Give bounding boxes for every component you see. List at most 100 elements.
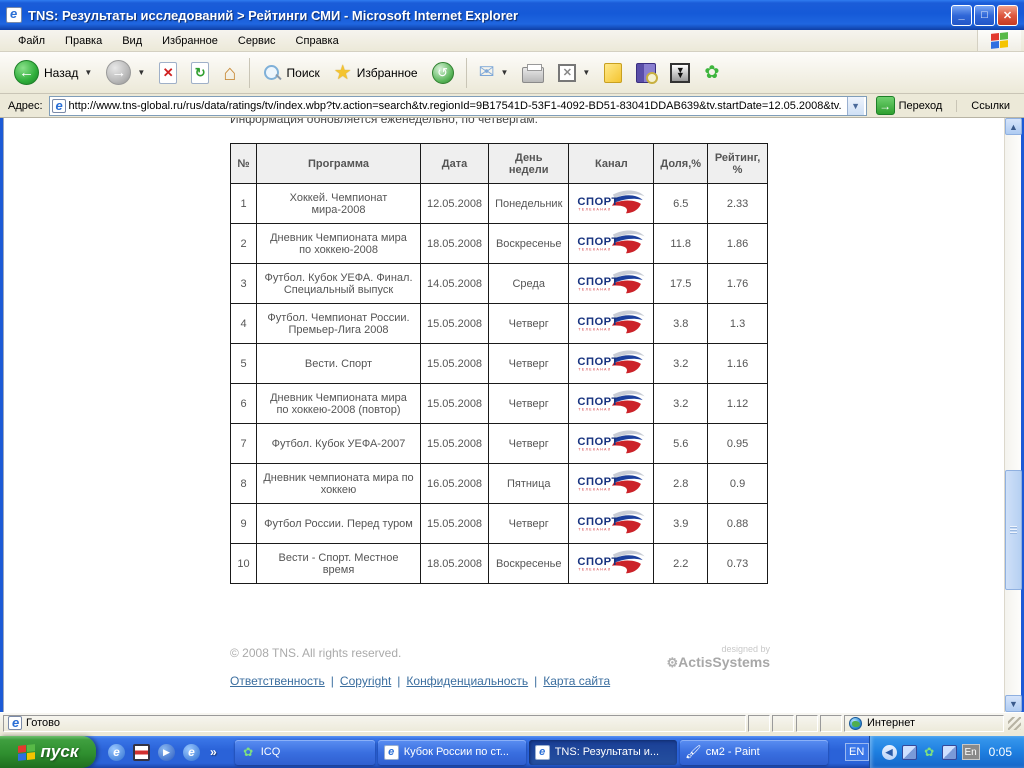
research-book-icon <box>636 62 659 84</box>
taskbar-clock[interactable]: 0:05 <box>985 745 1016 759</box>
forward-button[interactable]: → ▼ <box>100 57 151 88</box>
link-copyright[interactable]: Copyright <box>340 674 391 688</box>
go-button[interactable]: → Переход <box>872 95 951 116</box>
scrollbar-thumb[interactable] <box>1005 470 1022 590</box>
download-manager-button[interactable]: ▼ ▼ <box>664 60 696 86</box>
back-label: Назад <box>44 65 79 80</box>
network-status-icon[interactable] <box>901 744 917 760</box>
cell-share: 5.6 <box>653 423 709 464</box>
edit-button[interactable]: ✕ ▼ <box>552 61 596 85</box>
menu-favorites[interactable]: Избранное <box>152 32 228 50</box>
task-label: TNS: Результаты и... <box>554 746 660 758</box>
address-bar: Адрес: http://www.tns-global.ru/rus/data… <box>0 94 1024 118</box>
go-label: Переход <box>898 99 943 112</box>
address-dropdown-icon[interactable]: ▼ <box>846 96 864 115</box>
favorites-button[interactable]: ★ Избранное <box>328 57 424 88</box>
start-button[interactable]: пуск <box>0 736 96 768</box>
resize-grip[interactable] <box>1008 716 1021 730</box>
table-row: 10 Вести - Спорт. Местное время 18.05.20… <box>230 543 769 584</box>
cell-num: 2 <box>230 223 257 264</box>
status-text: Готово <box>26 717 60 729</box>
icq-flower-icon: ✿ <box>243 745 254 759</box>
cell-channel: СПОРТ ТЕЛЕКАНАЛ <box>568 303 655 344</box>
back-dropdown-icon[interactable]: ▼ <box>84 68 92 77</box>
scroll-up-icon[interactable]: ▲ <box>1005 118 1022 135</box>
refresh-button[interactable]: ↻ <box>185 59 215 87</box>
home-button[interactable]: ⌂ <box>217 60 242 86</box>
language-indicator-secondary[interactable]: En <box>961 744 980 760</box>
history-button[interactable]: ↺ <box>426 59 460 87</box>
address-input[interactable]: http://www.tns-global.ru/rus/data/rating… <box>48 95 867 116</box>
mail-button[interactable]: ✉ ▼ <box>473 58 515 87</box>
cell-day: Понедельник <box>488 183 570 224</box>
svg-text:СПОРТ: СПОРТ <box>578 276 619 288</box>
minimize-button[interactable]: _ <box>951 4 972 26</box>
forward-dropdown-icon[interactable]: ▼ <box>137 68 145 77</box>
cell-rating: 0.95 <box>707 423 769 464</box>
menu-help[interactable]: Справка <box>286 32 349 50</box>
edit-dropdown-icon[interactable]: ▼ <box>582 68 590 77</box>
print-button[interactable] <box>516 60 550 86</box>
address-url[interactable]: http://www.tns-global.ru/rus/data/rating… <box>69 100 847 112</box>
favorites-star-icon: ★ <box>333 62 352 84</box>
scroll-down-icon[interactable]: ▼ <box>1005 695 1022 712</box>
sport-channel-logo: СПОРТ ТЕЛЕКАНАЛ <box>578 270 645 294</box>
tray-icq-icon[interactable]: ✿ <box>922 745 937 760</box>
search-button[interactable]: Поиск <box>256 60 326 86</box>
taskbar-button-paint[interactable]: 🖌 см2 - Paint <box>679 739 828 765</box>
start-label: пуск <box>40 742 79 761</box>
windows-flag-icon <box>991 32 1008 49</box>
cell-date: 15.05.2008 <box>419 383 490 424</box>
menu-file[interactable]: Файл <box>8 32 55 50</box>
links-bar-label[interactable]: Ссылки <box>956 99 1020 112</box>
menu-edit[interactable]: Правка <box>55 32 112 50</box>
cell-rating: 0.9 <box>707 463 769 504</box>
search-icon <box>262 63 282 83</box>
stop-button[interactable]: ✕ <box>153 59 183 87</box>
cell-program: Дневник Чемпионата мира по хоккею-2008 (… <box>256 383 421 424</box>
quick-launch-ie-icon[interactable]: e <box>108 743 125 761</box>
svg-text:СПОРТ: СПОРТ <box>578 436 619 448</box>
link-responsibility[interactable]: Ответственность <box>230 674 325 688</box>
language-indicator[interactable]: EN <box>844 743 869 761</box>
quick-launch-save-icon[interactable] <box>133 743 150 761</box>
quick-launch-browser-icon[interactable]: e <box>183 743 200 761</box>
header-program: Программа <box>256 143 421 184</box>
ie-page-icon: e <box>534 744 550 760</box>
link-sitemap[interactable]: Карта сайта <box>543 674 610 688</box>
icq-toolbar-button[interactable]: ✿ <box>698 59 725 86</box>
svg-text:ТЕЛЕКАНАЛ: ТЕЛЕКАНАЛ <box>579 527 612 531</box>
maximize-button[interactable]: □ <box>974 4 995 26</box>
ratings-table: № Программа Дата День недели Канал Доля,… <box>230 143 769 584</box>
ie-page-icon: e <box>383 744 399 760</box>
cell-share: 3.2 <box>653 383 709 424</box>
quick-launch-media-player-icon[interactable]: ▶ <box>158 743 175 761</box>
mail-dropdown-icon[interactable]: ▼ <box>500 68 508 77</box>
research-button[interactable] <box>630 60 662 86</box>
cell-program: Дневник Чемпионата мира по хоккею-2008 <box>256 223 421 264</box>
cell-date: 15.05.2008 <box>419 303 490 344</box>
network-status-icon2[interactable] <box>941 744 957 760</box>
quick-launch-overflow-chevron[interactable]: » <box>210 745 217 759</box>
menu-view[interactable]: Вид <box>112 32 152 50</box>
actis-systems-logo: ⚙ActisSystems <box>666 654 770 670</box>
cell-program: Футбол. Чемпионат России. Премьер-Лига 2… <box>256 303 421 344</box>
svg-text:СПОРТ: СПОРТ <box>578 316 619 328</box>
tray-collapse-chevron-icon[interactable]: ◀ <box>881 744 897 760</box>
link-confidentiality[interactable]: Конфиденциальность <box>406 674 528 688</box>
windows-flag-throbber <box>977 30 1021 51</box>
taskbar-button-kubok[interactable]: e Кубок России по ст... <box>377 739 526 765</box>
cell-channel: СПОРТ ТЕЛЕКАНАЛ <box>568 183 655 224</box>
back-button[interactable]: ← Назад ▼ <box>8 57 98 88</box>
menu-tools[interactable]: Сервис <box>228 32 286 50</box>
cell-share: 2.2 <box>653 543 709 584</box>
close-button[interactable]: ✕ <box>997 4 1018 26</box>
cell-day: Четверг <box>488 423 570 464</box>
taskbar-button-icq[interactable]: ✿ ICQ <box>234 739 375 765</box>
svg-text:ТЕЛЕКАНАЛ: ТЕЛЕКАНАЛ <box>579 367 612 371</box>
vertical-scrollbar[interactable]: ▲ ▼ <box>1004 118 1022 712</box>
cell-num: 6 <box>230 383 257 424</box>
table-row: 3 Футбол. Кубок УЕФА. Финал. Специальный… <box>230 263 769 304</box>
taskbar-button-tns-active[interactable]: e TNS: Результаты и... <box>528 739 677 765</box>
notes-button[interactable] <box>598 60 628 86</box>
